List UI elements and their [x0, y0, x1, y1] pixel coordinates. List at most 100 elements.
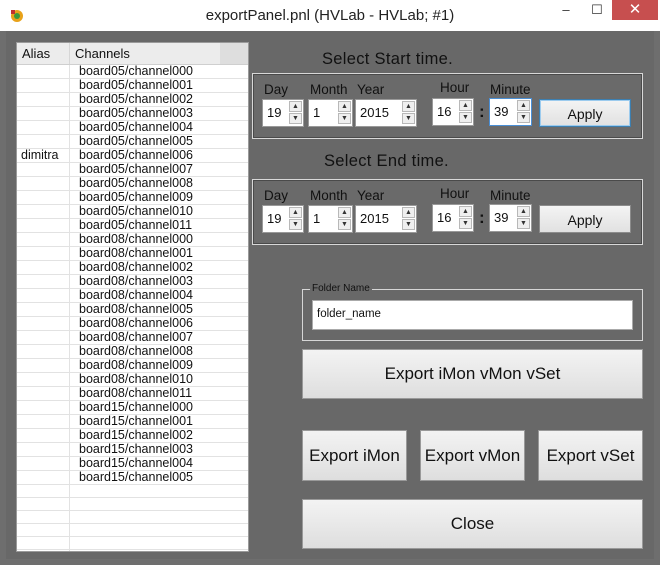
table-row[interactable]: board08/channel006 — [17, 317, 248, 331]
close-window-button[interactable]: ✕ — [612, 0, 658, 20]
channel-cell: board15/channel000 — [79, 400, 193, 414]
table-row[interactable]: board05/channel005 — [17, 135, 248, 149]
start-year-down-arrow-icon[interactable]: ▼ — [402, 113, 415, 124]
table-row[interactable]: board05/channel010 — [17, 205, 248, 219]
end-year-down-arrow-icon[interactable]: ▼ — [402, 219, 415, 230]
cell-divider — [69, 135, 70, 148]
start-month-up-arrow-icon[interactable]: ▲ — [338, 101, 351, 112]
table-row-empty[interactable] — [17, 537, 248, 550]
start-month-down-arrow-icon[interactable]: ▼ — [338, 113, 351, 124]
end-day-value: 19 — [267, 211, 282, 226]
start-minute-label: Minute — [490, 82, 531, 97]
end-year-value: 2015 — [360, 211, 389, 226]
table-row-empty[interactable] — [17, 485, 248, 498]
table-row[interactable]: board08/channel005 — [17, 303, 248, 317]
close-button[interactable]: Close — [302, 499, 643, 549]
end-day-label: Day — [264, 188, 289, 203]
table-row[interactable]: board08/channel004 — [17, 289, 248, 303]
export-imon-button[interactable]: Export iMon — [302, 430, 407, 481]
table-row-empty[interactable] — [17, 550, 248, 551]
table-row[interactable]: board05/channel004 — [17, 121, 248, 135]
cell-divider — [69, 247, 70, 260]
table-row[interactable]: board05/channel000 — [17, 65, 248, 79]
cell-divider — [69, 289, 70, 302]
end-day-down-arrow-icon[interactable]: ▼ — [289, 219, 302, 230]
table-row[interactable]: board15/channel001 — [17, 415, 248, 429]
folder-name-value: folder_name — [317, 308, 381, 320]
channels-table[interactable]: Alias Channels board05/channel000 board05… — [16, 42, 249, 552]
table-row[interactable]: board08/channel010 — [17, 373, 248, 387]
table-row[interactable]: board05/channel007 — [17, 163, 248, 177]
table-row[interactable]: board08/channel011 — [17, 387, 248, 401]
end-month-value: 1 — [313, 211, 321, 226]
table-row-empty[interactable] — [17, 511, 248, 524]
end-minute-down-arrow-icon[interactable]: ▼ — [517, 218, 530, 229]
end-day-spinbox[interactable]: 19 ▲ ▼ — [262, 205, 304, 233]
header-corner — [220, 43, 248, 64]
start-minute-spinbox[interactable]: 39 ▲ ▼ — [489, 98, 532, 126]
table-row[interactable]: dimitra board05/channel006 — [17, 149, 248, 163]
start-year-up-arrow-icon[interactable]: ▲ — [402, 101, 415, 112]
channel-cell: board05/channel007 — [79, 162, 193, 176]
table-row[interactable]: board08/channel002 — [17, 261, 248, 275]
table-row[interactable]: board05/channel009 — [17, 191, 248, 205]
table-row[interactable]: board15/channel005 — [17, 471, 248, 485]
start-day-down-arrow-icon[interactable]: ▼ — [289, 113, 302, 124]
table-row[interactable]: board15/channel002 — [17, 429, 248, 443]
end-month-up-arrow-icon[interactable]: ▲ — [338, 207, 351, 218]
table-row[interactable]: board15/channel004 — [17, 457, 248, 471]
alias-cell: dimitra — [21, 149, 59, 162]
cell-divider — [69, 79, 70, 92]
end-month-spinbox[interactable]: 1 ▲ ▼ — [308, 205, 353, 233]
start-day-spinbox[interactable]: 19 ▲ ▼ — [262, 99, 304, 127]
table-row[interactable]: board15/channel003 — [17, 443, 248, 457]
start-hour-up-arrow-icon[interactable]: ▲ — [459, 100, 472, 111]
start-day-up-arrow-icon[interactable]: ▲ — [289, 101, 302, 112]
table-row-empty[interactable] — [17, 524, 248, 537]
end-year-spinbox[interactable]: 2015 ▲ ▼ — [355, 205, 417, 233]
export-vmon-button[interactable]: Export vMon — [420, 430, 525, 481]
start-hour-down-arrow-icon[interactable]: ▼ — [459, 112, 472, 123]
end-apply-button[interactable]: Apply — [539, 205, 631, 233]
maximize-button[interactable]: ☐ — [584, 0, 610, 20]
table-row-empty[interactable] — [17, 498, 248, 511]
table-row[interactable]: board08/channel001 — [17, 247, 248, 261]
cell-divider — [69, 303, 70, 316]
cell-divider — [69, 233, 70, 246]
table-row[interactable]: board08/channel003 — [17, 275, 248, 289]
cell-divider — [69, 415, 70, 428]
start-minute-up-arrow-icon[interactable]: ▲ — [517, 100, 530, 111]
end-minute-spinbox[interactable]: 39 ▲ ▼ — [489, 204, 532, 232]
cell-divider — [69, 107, 70, 120]
header-channels[interactable]: Channels — [75, 46, 130, 61]
export-all-button[interactable]: Export iMon vMon vSet — [302, 349, 643, 399]
end-hour-spinbox[interactable]: 16 ▲ ▼ — [432, 204, 474, 232]
header-alias[interactable]: Alias — [22, 46, 50, 61]
start-hour-spinbox[interactable]: 16 ▲ ▼ — [432, 98, 474, 126]
end-minute-up-arrow-icon[interactable]: ▲ — [517, 206, 530, 217]
export-vset-button[interactable]: Export vSet — [538, 430, 643, 481]
table-row[interactable]: board05/channel011 — [17, 219, 248, 233]
start-apply-button[interactable]: Apply — [539, 99, 631, 127]
table-row[interactable]: board05/channel003 — [17, 107, 248, 121]
table-row[interactable]: board08/channel007 — [17, 331, 248, 345]
end-hour-down-arrow-icon[interactable]: ▼ — [459, 218, 472, 229]
end-hour-up-arrow-icon[interactable]: ▲ — [459, 206, 472, 217]
end-year-up-arrow-icon[interactable]: ▲ — [402, 207, 415, 218]
start-year-spinbox[interactable]: 2015 ▲ ▼ — [355, 99, 417, 127]
table-row[interactable]: board15/channel000 — [17, 401, 248, 415]
end-day-up-arrow-icon[interactable]: ▲ — [289, 207, 302, 218]
table-row[interactable]: board05/channel008 — [17, 177, 248, 191]
folder-name-input[interactable]: folder_name — [312, 300, 633, 330]
start-minute-down-arrow-icon[interactable]: ▼ — [517, 112, 530, 123]
table-row[interactable]: board08/channel009 — [17, 359, 248, 373]
table-row[interactable]: board05/channel002 — [17, 93, 248, 107]
minimize-button[interactable]: – — [553, 0, 579, 20]
table-row[interactable]: board08/channel000 — [17, 233, 248, 247]
table-row[interactable]: board05/channel001 — [17, 79, 248, 93]
table-header: Alias Channels — [17, 43, 248, 65]
start-month-spinbox[interactable]: 1 ▲ ▼ — [308, 99, 353, 127]
end-month-down-arrow-icon[interactable]: ▼ — [338, 219, 351, 230]
channel-cell: board05/channel010 — [79, 204, 193, 218]
table-row[interactable]: board08/channel008 — [17, 345, 248, 359]
